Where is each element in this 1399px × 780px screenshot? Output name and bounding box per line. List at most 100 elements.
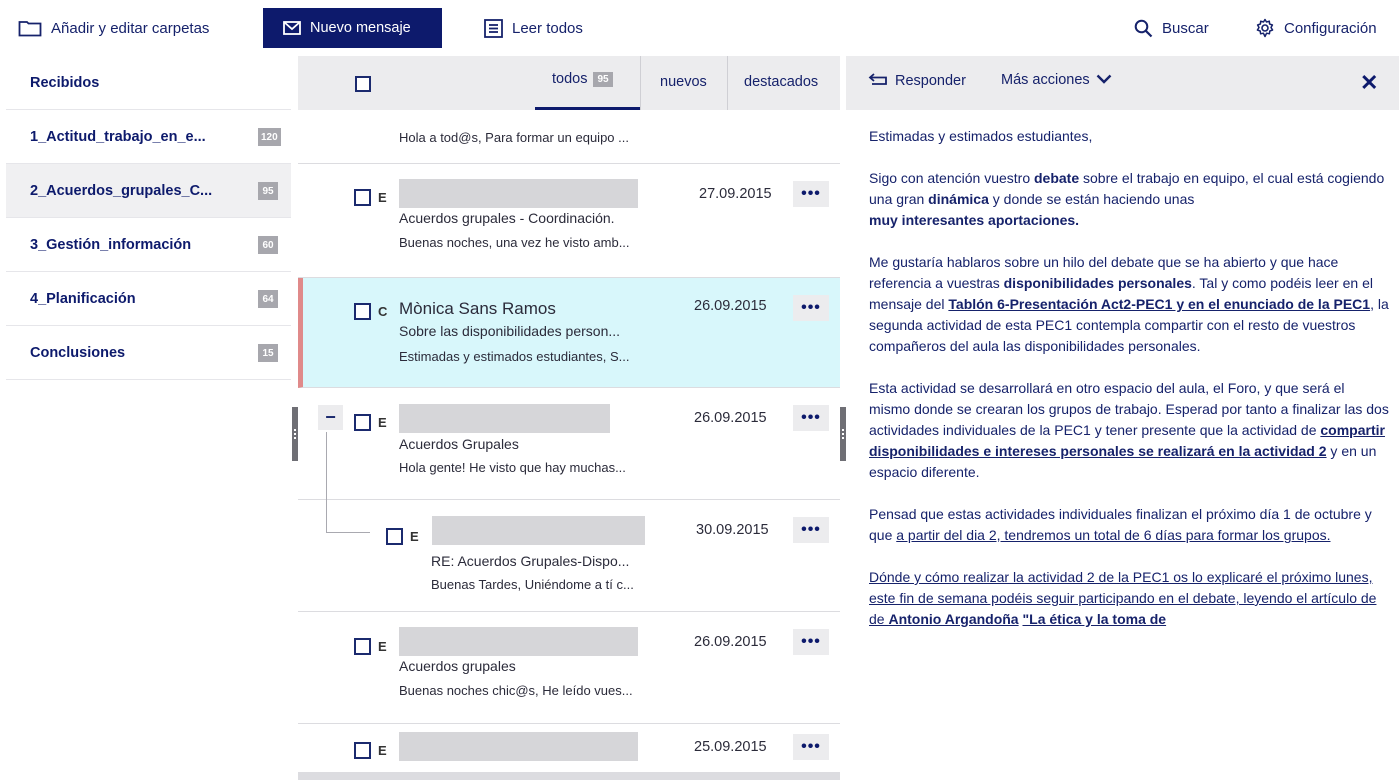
- article-link[interactable]: "La ética y la toma de: [1023, 611, 1167, 627]
- reply-icon: [868, 72, 888, 90]
- message-preview: Buenas noches, una vez he visto amb...: [399, 235, 630, 250]
- sender-initial: E: [378, 415, 387, 430]
- sidebar-item-actitud[interactable]: 1_Actitud_trabajo_en_e... 120: [6, 110, 291, 164]
- message-preview: Estimadas y estimados estudiantes, S...: [399, 349, 630, 364]
- sidebar-item-planificacion[interactable]: 4_Planificación 64: [6, 272, 291, 326]
- sender-initial: E: [378, 743, 387, 758]
- sidebar-item-label: 1_Actitud_trabajo_en_e...: [30, 128, 206, 145]
- greeting: Estimadas y estimados estudiantes,: [869, 128, 1093, 144]
- message-row[interactable]: E 27.09.2015 ••• Acuerdos grupales - Coo…: [298, 164, 840, 278]
- more-options-button[interactable]: •••: [793, 405, 829, 431]
- close-icon[interactable]: ✕: [1360, 70, 1378, 96]
- collapse-thread-button[interactable]: −: [318, 405, 343, 430]
- new-message-button[interactable]: Nuevo mensaje: [263, 8, 442, 48]
- message-subject: Acuerdos grupales - Coordinación.: [399, 210, 615, 226]
- sidebar-item-acuerdos[interactable]: 2_Acuerdos_grupales_C... 95: [6, 164, 291, 218]
- redacted-sender: [399, 732, 638, 761]
- message-subject: RE: Acuerdos Grupales-Dispo...: [431, 553, 630, 569]
- sidebar-item-label: 4_Planificación: [30, 290, 136, 307]
- message-list: todos 95 nuevos destacados Hola a tod@s,…: [298, 56, 840, 780]
- select-all-checkbox[interactable]: [355, 76, 371, 92]
- message-date: 26.09.2015: [694, 410, 767, 426]
- settings-label: Configuración: [1284, 19, 1377, 37]
- message-checkbox[interactable]: [354, 414, 371, 431]
- more-options-button[interactable]: •••: [793, 517, 829, 543]
- more-options-button[interactable]: •••: [793, 734, 829, 760]
- sidebar-item-label: Recibidos: [30, 74, 100, 91]
- message-row-selected[interactable]: C Mònica Sans Ramos 26.09.2015 ••• Sobre…: [298, 278, 840, 388]
- sidebar-item-conclusiones[interactable]: Conclusiones 15: [6, 326, 291, 380]
- more-actions-dropdown[interactable]: Más acciones: [1001, 72, 1112, 88]
- message-subject: Acuerdos grupales: [399, 658, 516, 674]
- message-row-reply[interactable]: E 30.09.2015 ••• RE: Acuerdos Grupales-D…: [298, 500, 840, 612]
- message-subject: Acuerdos Grupales: [399, 436, 519, 452]
- read-all-label: Leer todos: [512, 19, 583, 37]
- unread-count-badge: 64: [258, 290, 278, 308]
- message-sender: Mònica Sans Ramos: [399, 299, 556, 318]
- more-actions-label: Más acciones: [1001, 72, 1090, 88]
- gear-icon: [1255, 18, 1275, 38]
- sender-initial: E: [378, 190, 387, 205]
- author-name: Antonio Argandoña: [888, 611, 1019, 627]
- tab-all[interactable]: todos 95: [552, 71, 613, 87]
- tab-divider: [640, 56, 641, 110]
- new-message-label: Nuevo mensaje: [310, 20, 411, 36]
- message-row[interactable]: E 26.09.2015 ••• Acuerdos grupales Buena…: [298, 612, 840, 724]
- unread-count-badge: 15: [258, 344, 278, 362]
- message-checkbox[interactable]: [354, 303, 371, 320]
- sidebar-item-gestion[interactable]: 3_Gestión_información 60: [6, 218, 291, 272]
- unread-count-badge: 120: [258, 128, 281, 146]
- tab-new[interactable]: nuevos: [660, 74, 707, 90]
- body-paragraph: Esta actividad se desarrollará en otro e…: [869, 380, 1389, 480]
- tab-all-label: todos: [552, 71, 588, 87]
- more-options-button[interactable]: •••: [793, 629, 829, 655]
- sidebar-item-label: 3_Gestión_información: [30, 236, 192, 253]
- search-label: Buscar: [1162, 19, 1209, 37]
- message-checkbox[interactable]: [354, 742, 371, 759]
- dates-link[interactable]: a partir del dia 2, tendremos un total d…: [896, 527, 1330, 543]
- thread-connector: [326, 532, 370, 533]
- sidebar-item-label: 2_Acuerdos_grupales_C...: [30, 182, 213, 199]
- settings-button[interactable]: Configuración: [1255, 10, 1377, 46]
- redacted-sender: [399, 404, 610, 433]
- redacted-sender: [399, 627, 638, 656]
- search-button[interactable]: Buscar: [1134, 10, 1209, 46]
- tab-divider: [727, 56, 728, 110]
- list-icon: [484, 18, 503, 38]
- add-edit-folders-button[interactable]: Añadir y editar carpetas: [18, 10, 209, 46]
- read-all-button[interactable]: Leer todos: [484, 10, 583, 46]
- message-subject: Sobre las disponibilidades person...: [399, 323, 621, 339]
- envelope-icon: [283, 21, 301, 35]
- body-paragraph: Me gustaría hablaros sobre un hilo del d…: [869, 254, 1389, 354]
- body-paragraph: Dónde y cómo realizar la actividad 2 de …: [869, 567, 1389, 630]
- message-preview: Hola gente! He visto que hay muchas...: [399, 460, 626, 475]
- tablon-link[interactable]: Tablón 6-Presentación Act2-PEC1 y en el …: [948, 296, 1370, 312]
- body-paragraph: Sigo con atención vuestro debate sobre e…: [869, 170, 1385, 228]
- sender-initial: C: [378, 304, 388, 319]
- message-date: 25.09.2015: [694, 739, 767, 755]
- message-date: 26.09.2015: [694, 634, 767, 650]
- thread-connector: [326, 432, 327, 532]
- message-list-header: todos 95 nuevos destacados: [298, 56, 840, 110]
- message-checkbox[interactable]: [354, 189, 371, 206]
- folder-sidebar: Recibidos 1_Actitud_trabajo_en_e... 120 …: [0, 56, 291, 780]
- add-edit-folders-label: Añadir y editar carpetas: [51, 19, 210, 37]
- message-checkbox[interactable]: [386, 528, 403, 545]
- sidebar-item-label: Conclusiones: [30, 344, 126, 361]
- more-options-button[interactable]: •••: [793, 181, 829, 207]
- body-paragraph: Pensad que estas actividades individuale…: [869, 506, 1372, 543]
- message-preview: Buenas noches chic@s, He leído vues...: [399, 683, 633, 698]
- sidebar-item-inbox[interactable]: Recibidos: [6, 56, 291, 110]
- more-options-button[interactable]: •••: [793, 295, 829, 321]
- message-row[interactable]: E 26.09.2015 ••• Acuerdos Grupales Hola …: [298, 388, 840, 500]
- message-checkbox[interactable]: [354, 638, 371, 655]
- redacted-sender: [399, 179, 638, 208]
- tab-all-count: 95: [593, 71, 613, 87]
- reading-pane-header: Responder Más acciones ✕: [846, 56, 1399, 110]
- sender-initial: E: [378, 639, 387, 654]
- unread-count-badge: 95: [258, 182, 278, 200]
- chevron-down-icon: [1096, 72, 1112, 88]
- reply-button[interactable]: Responder: [868, 72, 966, 90]
- message-row[interactable]: Hola a tod@s, Para formar un equipo ...: [298, 110, 840, 164]
- tab-starred[interactable]: destacados: [744, 74, 818, 90]
